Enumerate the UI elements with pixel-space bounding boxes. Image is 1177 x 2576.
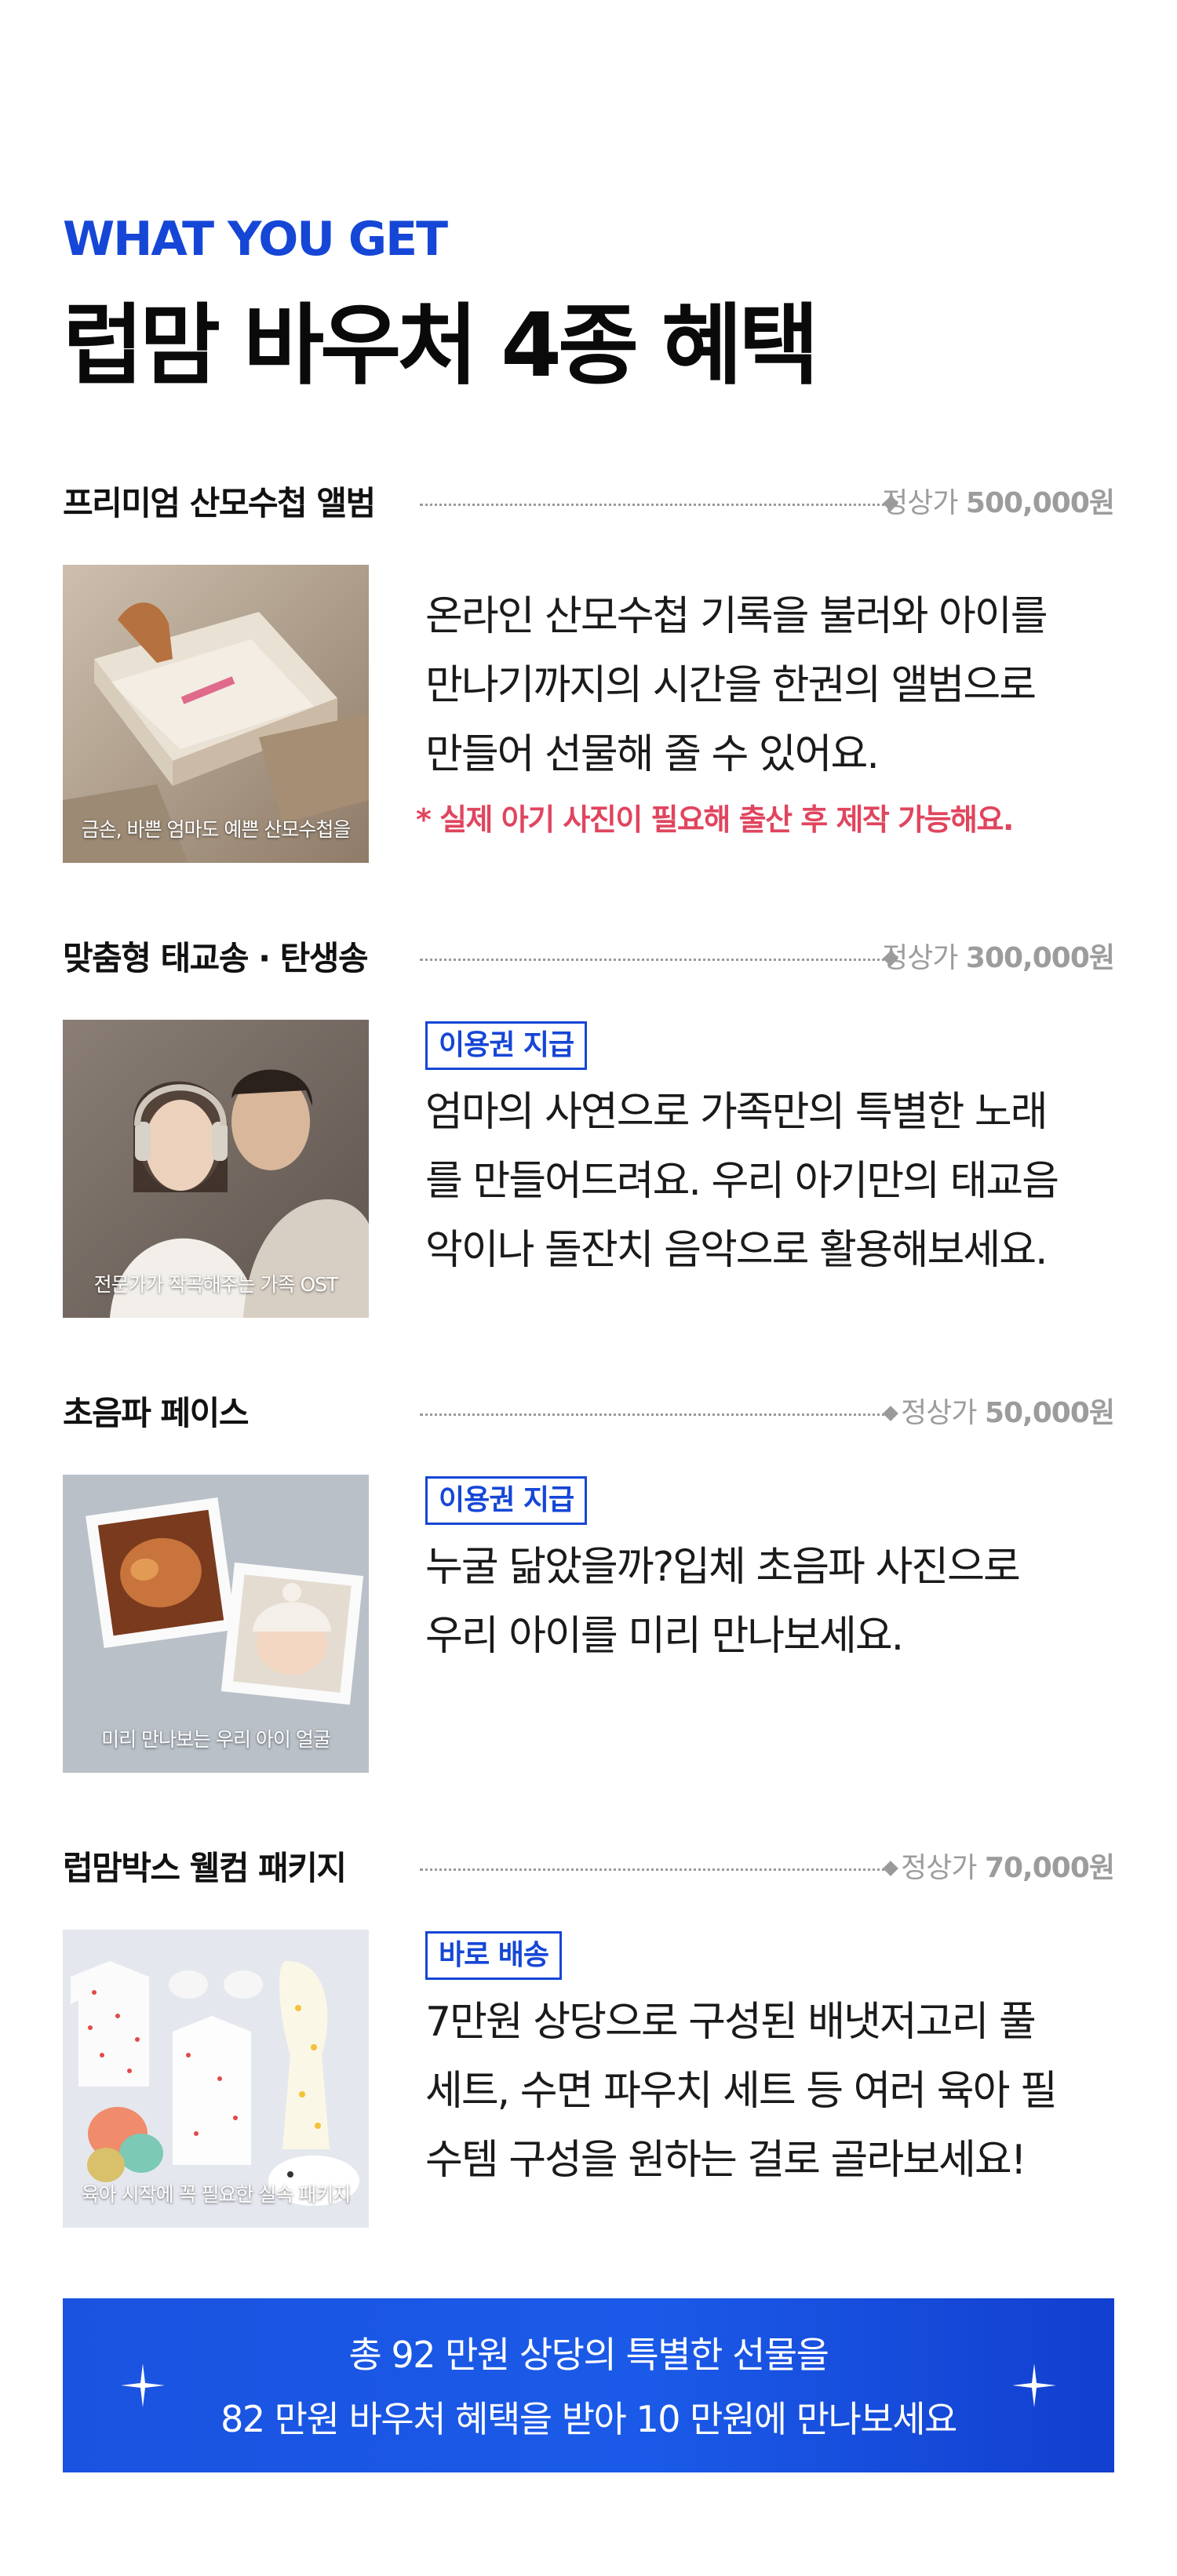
description-line: 7만원 상당으로 구성된 배냇저고리 풀: [425, 1999, 1037, 2046]
dotted-divider: [420, 1868, 891, 1871]
summary-banner: 총 92 만원 상당의 특별한 선물을 82 만원 바우처 혜택을 받아 10 …: [63, 2298, 1114, 2472]
album-photo: 금손, 바쁜 엄마도 예쁜 산모수첩을: [63, 565, 369, 863]
benefit-album: 프리미엄 산모수첩 앨범 정상가 500,000원 금손, 바쁜 엄마도 예쁜 …: [63, 480, 1115, 863]
section-header: 초음파 페이스 정상가 50,000원: [63, 1390, 1115, 1437]
description: 온라인 산모수첩 기록을 불러와 아이를 만나기까지의 시간을 한권의 앨범으로…: [425, 582, 1114, 789]
section-title: 초음파 페이스: [63, 1390, 253, 1437]
dotted-divider: [420, 1414, 891, 1416]
benefit-song: 맞춤형 태교송 · 탄생송 정상가 300,000원 전문가가 작곡해주는 가족…: [63, 935, 1115, 1318]
section-title: 맞춤형 태교송 · 탄생송: [63, 935, 373, 982]
banner-line-1: 총 92 만원 상당의 특별한 선물을: [348, 2334, 829, 2376]
section-header: 럽맘박스 웰컴 패키지 정상가 70,000원: [63, 1845, 1115, 1892]
price-value: 70,000원: [984, 1852, 1115, 1884]
section-body: 온라인 산모수첩 기록을 불러와 아이를 만나기까지의 시간을 한권의 앨범으로…: [416, 582, 1114, 839]
ultrasound-photo: 미리 만나보는 우리 아이 얼굴: [63, 1475, 369, 1773]
section-header: 맞춤형 태교송 · 탄생송 정상가 300,000원: [63, 935, 1115, 982]
description-line: 우리 아이를 미리 만나보세요.: [425, 1613, 904, 1660]
description-line: 만들어 선물해 줄 수 있어요.: [425, 731, 880, 778]
price-label: 정상가: [882, 942, 958, 974]
description-line: 세트, 수면 파우치 세트 등 여러 육아 필: [425, 2068, 1058, 2115]
sparkle-icon: [1012, 2363, 1056, 2407]
diamond-icon: [883, 1861, 898, 1876]
description-line: 수템 구성을 원하는 걸로 골라보세요!: [425, 2137, 1027, 2184]
regular-price: 정상가 500,000원: [882, 480, 1115, 527]
page-title: 럽맘 바우처 4종 혜택: [63, 295, 819, 397]
photo-caption: 육아 시작에 꼭 필요한 실속 패키지: [81, 2183, 352, 2206]
description-line: 만나기까지의 시간을 한권의 앨범으로: [425, 662, 1037, 709]
benefit-ultrasound: 초음파 페이스 정상가 50,000원 미리 만나보는 우리 아이 얼굴 이용권…: [63, 1390, 1115, 1773]
price-value: 500,000원: [965, 487, 1115, 519]
description-line: 온라인 산모수첩 기록을 불러와 아이를: [425, 593, 1048, 640]
description-line: 누굴 닮았을까?입체 초음파 사진으로: [425, 1544, 1021, 1591]
section-header: 프리미엄 산모수첩 앨범 정상가 500,000원: [63, 480, 1115, 527]
production-note: * 실제 아기 사진이 필요해 출산 후 제작 가능해요.: [416, 802, 1014, 837]
regular-price: 정상가 70,000원: [901, 1845, 1115, 1892]
price-value: 300,000원: [965, 942, 1115, 974]
description: 엄마의 사연으로 가족만의 특별한 노래 를 만들어드려요. 우리 아기만의 태…: [425, 1078, 1114, 1285]
description-line: 를 만들어드려요. 우리 아기만의 태교음: [425, 1158, 1059, 1205]
section-body: 바로 배송 7만원 상당으로 구성된 배냇저고리 풀 세트, 수면 파우치 세트…: [425, 1931, 1114, 2195]
price-value: 50,000원: [984, 1397, 1115, 1429]
section-title: 프리미엄 산모수첩 앨범: [63, 480, 380, 527]
dotted-divider: [420, 504, 891, 506]
banner-line-2: 82 만원 바우처 혜택을 받아 10 만원에 만나보세요: [220, 2398, 957, 2440]
photo-caption: 금손, 바쁜 엄마도 예쁜 산모수첩을: [81, 818, 352, 841]
price-label: 정상가: [882, 487, 958, 519]
section-body: 이용권 지급 누굴 닮았을까?입체 초음파 사진으로 우리 아이를 미리 만나보…: [425, 1476, 1114, 1671]
description: 누굴 닮았을까?입체 초음파 사진으로 우리 아이를 미리 만나보세요.: [425, 1533, 1114, 1671]
description-line: 엄마의 사연으로 가족만의 특별한 노래: [425, 1089, 1048, 1136]
price-label: 정상가: [901, 1852, 977, 1884]
photo-caption: 미리 만나보는 우리 아이 얼굴: [101, 1728, 331, 1751]
dotted-divider: [420, 959, 891, 961]
diamond-icon: [883, 1406, 898, 1421]
regular-price: 정상가 300,000원: [882, 935, 1115, 982]
regular-price: 정상가 50,000원: [901, 1390, 1115, 1437]
package-photo: 육아 시작에 꼭 필요한 실속 패키지: [63, 1930, 369, 2228]
price-label: 정상가: [901, 1397, 977, 1429]
couple-photo: 전문가가 작곡해주는 가족 OST: [63, 1020, 369, 1318]
section-title: 럽맘박스 웰컴 패키지: [63, 1845, 351, 1892]
voucher-tag: 이용권 지급: [425, 1021, 588, 1070]
eyebrow-label: WHAT YOU GET: [63, 212, 448, 267]
photo-caption: 전문가가 작곡해주는 가족 OST: [93, 1273, 339, 1296]
benefit-welcome-package: 럽맘박스 웰컴 패키지 정상가 70,000원 육아 시작에 꼭 필요한 실속 …: [63, 1845, 1115, 2228]
description-line: 악이나 돌잔치 음악으로 활용해보세요.: [425, 1227, 1048, 1274]
section-body: 이용권 지급 엄마의 사연으로 가족만의 특별한 노래 를 만들어드려요. 우리…: [425, 1021, 1114, 1285]
description: 7만원 상당으로 구성된 배냇저고리 풀 세트, 수면 파우치 세트 등 여러 …: [425, 1988, 1114, 2195]
delivery-tag: 바로 배송: [425, 1931, 563, 1980]
voucher-tag: 이용권 지급: [425, 1476, 588, 1525]
